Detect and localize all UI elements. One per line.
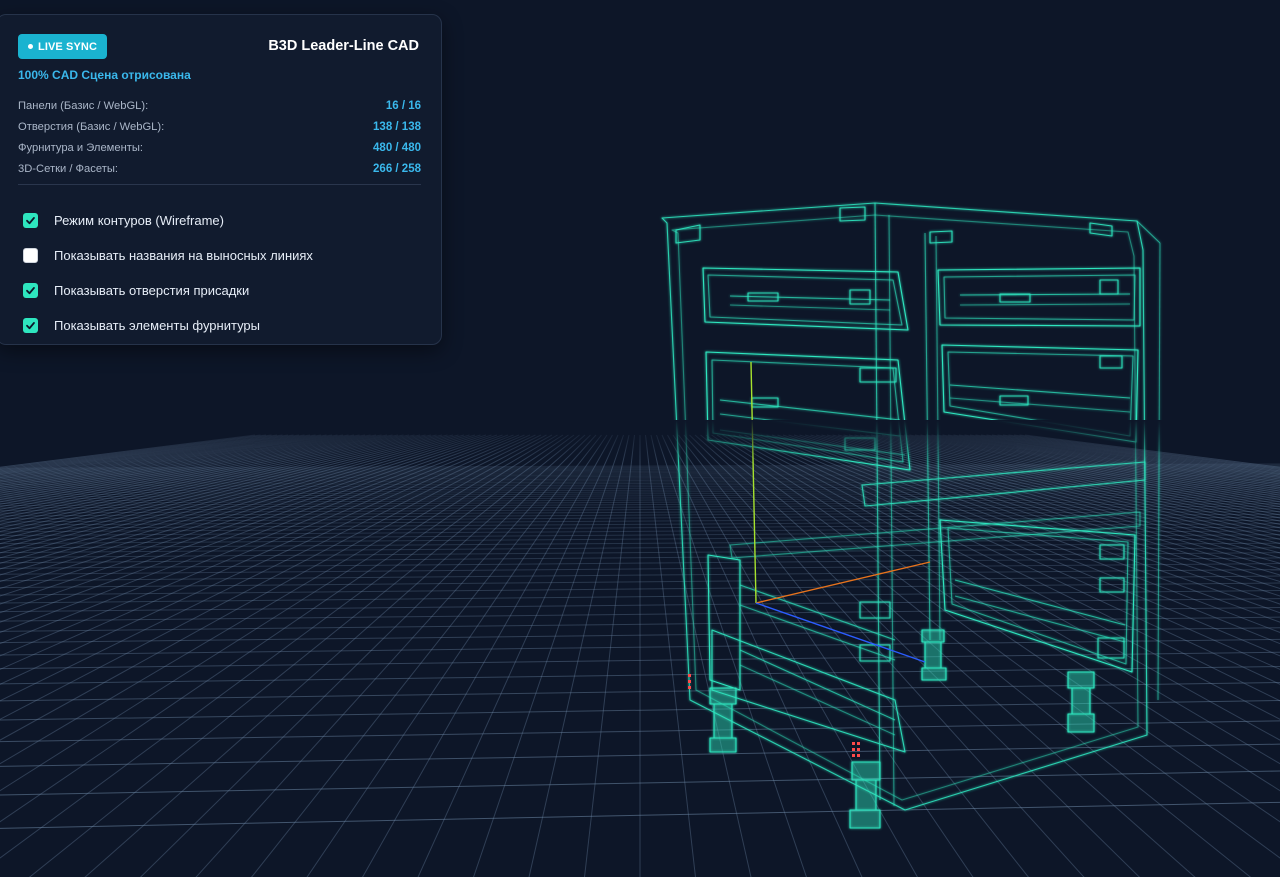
option-leader-labels[interactable]: Показывать названия на выносных линиях	[23, 238, 423, 273]
leg-front-left	[709, 687, 737, 753]
option-wireframe[interactable]: Режим контуров (Wireframe)	[23, 203, 423, 238]
stat-row-panels: Панели (Базис / WebGL): 16 / 16	[18, 95, 421, 116]
app-title: B3D Leader-Line CAD	[268, 38, 419, 54]
drawer-lower-left[interactable]	[707, 554, 906, 753]
grid-fade	[0, 420, 1280, 540]
stats-list: Панели (Базис / WebGL): 16 / 16 Отверсти…	[18, 95, 421, 179]
check-icon	[26, 217, 35, 225]
leader-labels-checkbox[interactable]	[23, 248, 38, 263]
check-icon	[26, 287, 35, 295]
stat-value: 480 / 480	[373, 141, 421, 154]
stat-label: 3D-Сетки / Фасеты:	[18, 162, 118, 175]
check-icon	[26, 322, 35, 330]
option-label: Показывать названия на выносных линиях	[54, 248, 313, 263]
hardware-checkbox[interactable]	[23, 318, 38, 333]
leg-back-left	[921, 629, 947, 681]
live-sync-label: LIVE SYNC	[38, 40, 97, 53]
render-status: 100% CAD Сцена отрисована	[18, 68, 191, 82]
option-drill-holes[interactable]: Показывать отверстия присадки	[23, 273, 423, 308]
drawer-upper-right[interactable]	[937, 267, 1141, 327]
stat-value: 138 / 138	[373, 120, 421, 133]
option-label: Показывать отверстия присадки	[54, 283, 250, 298]
stat-value: 16 / 16	[385, 99, 421, 112]
display-options: Режим контуров (Wireframe) Показывать на…	[23, 203, 423, 343]
live-dot-icon	[28, 44, 34, 49]
stat-value: 266 / 258	[373, 162, 421, 175]
leg-back-right	[1067, 671, 1095, 733]
stat-row-hardware: Фурнитура и Элементы: 480 / 480	[18, 137, 421, 158]
option-label: Показывать элементы фурнитуры	[54, 318, 261, 333]
stat-label: Отверстия (Базис / WebGL):	[18, 120, 165, 133]
stat-label: Панели (Базис / WebGL):	[18, 99, 149, 112]
stat-label: Фурнитура и Элементы:	[18, 141, 144, 154]
wireframe-checkbox[interactable]	[23, 213, 38, 228]
live-sync-badge[interactable]: LIVE SYNC	[18, 34, 107, 59]
option-hardware[interactable]: Показывать элементы фурнитуры	[23, 308, 423, 343]
3d-viewport[interactable]: LIVE SYNC B3D Leader-Line CAD 100% CAD С…	[0, 0, 1280, 877]
leg-front-right	[849, 761, 881, 829]
stat-row-meshes: 3D-Сетки / Фасеты: 266 / 258	[18, 158, 421, 179]
drill-holes-checkbox[interactable]	[23, 283, 38, 298]
scene-info-panel: LIVE SYNC B3D Leader-Line CAD 100% CAD С…	[0, 14, 442, 345]
stat-row-holes: Отверстия (Базис / WebGL): 138 / 138	[18, 116, 421, 137]
panel-divider	[18, 184, 421, 185]
drawer-upper-left[interactable]	[702, 267, 909, 331]
option-label: Режим контуров (Wireframe)	[54, 213, 224, 228]
drawer-lower-right[interactable]	[939, 519, 1136, 673]
